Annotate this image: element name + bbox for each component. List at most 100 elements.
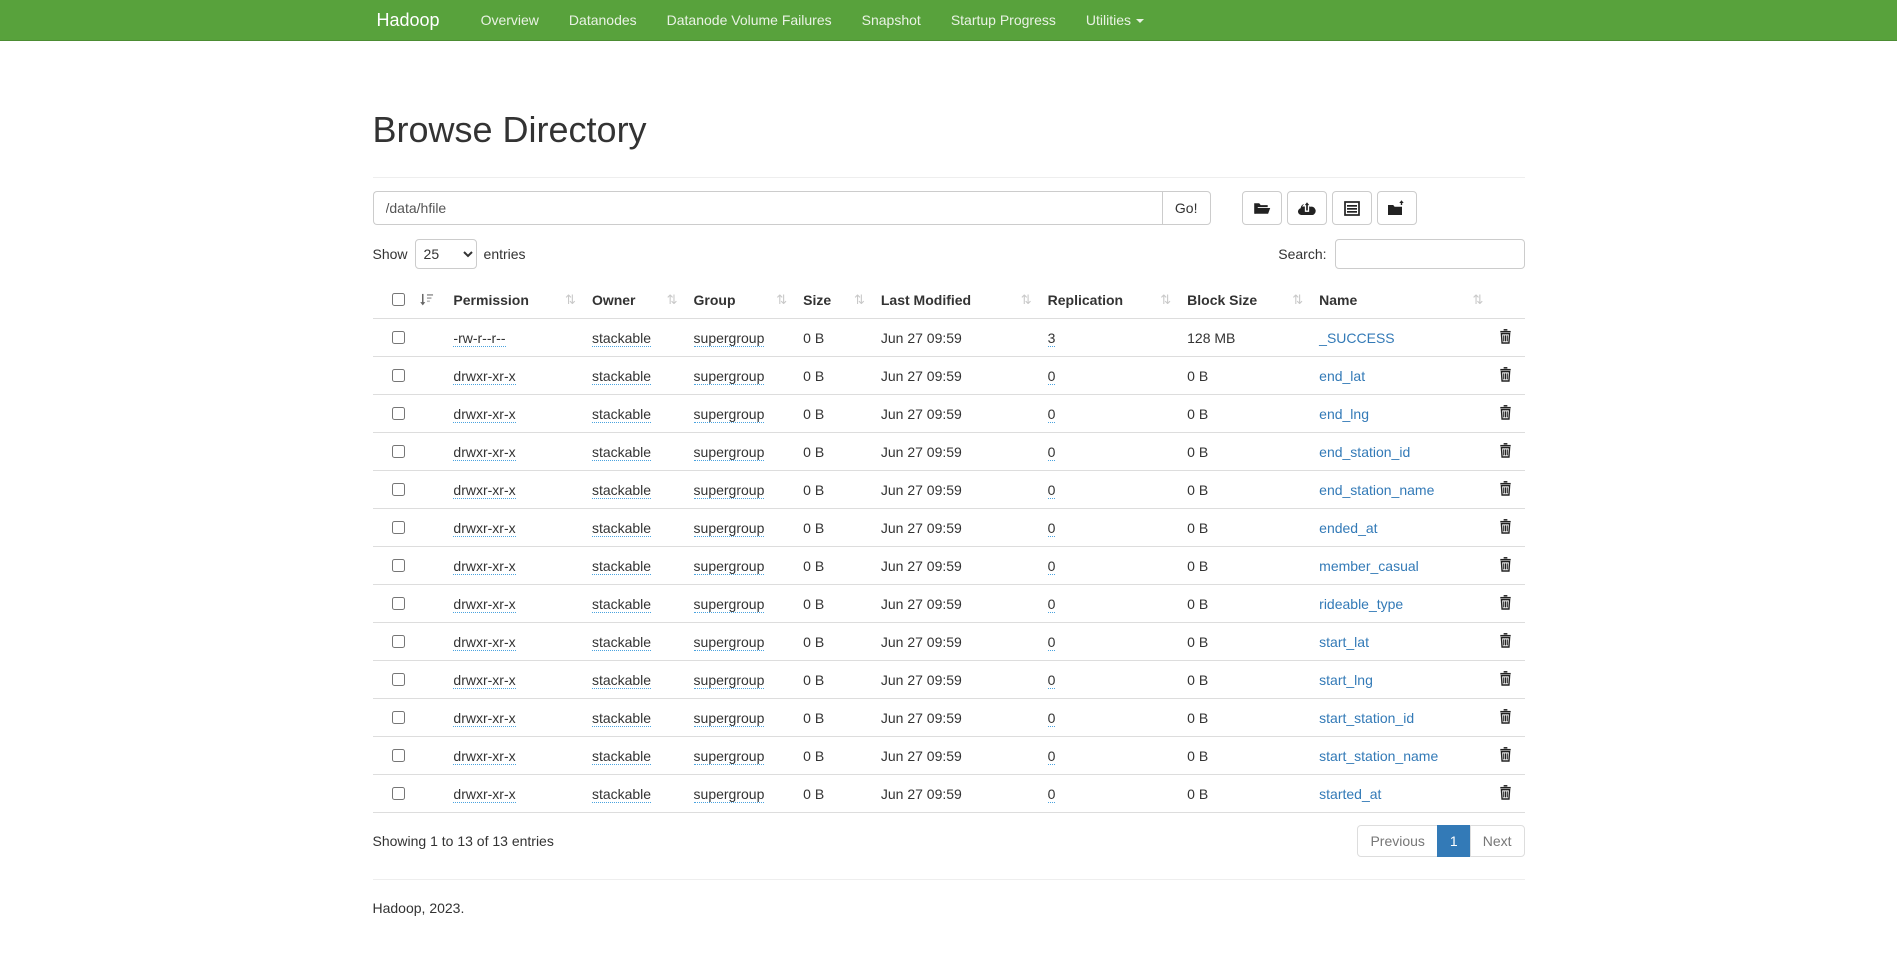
replication-value[interactable]: 0 [1048, 672, 1056, 689]
directory-path-input[interactable] [373, 191, 1162, 225]
previous-page-button[interactable]: Previous [1357, 825, 1437, 857]
delete-button[interactable] [1499, 481, 1512, 496]
go-button[interactable]: Go! [1162, 191, 1211, 225]
replication-value[interactable]: 0 [1048, 406, 1056, 423]
delete-button[interactable] [1499, 367, 1512, 382]
file-link[interactable]: ended_at [1319, 520, 1377, 536]
replication-value[interactable]: 0 [1048, 482, 1056, 499]
replication-value[interactable]: 0 [1048, 368, 1056, 385]
file-link[interactable]: start_lat [1319, 634, 1369, 650]
open-folder-button[interactable] [1242, 191, 1282, 225]
list-view-button[interactable] [1332, 191, 1372, 225]
row-checkbox[interactable] [392, 483, 405, 496]
group-value[interactable]: supergroup [694, 786, 765, 803]
owner-value[interactable]: stackable [592, 786, 651, 803]
replication-value[interactable]: 0 [1048, 520, 1056, 537]
owner-value[interactable]: stackable [592, 482, 651, 499]
row-checkbox[interactable] [392, 597, 405, 610]
group-value[interactable]: supergroup [694, 710, 765, 727]
row-checkbox[interactable] [392, 559, 405, 572]
column-header-block-size[interactable]: Block Size⇅ [1179, 281, 1311, 319]
nav-item-startup-progress[interactable]: Startup Progress [936, 0, 1071, 41]
group-value[interactable]: supergroup [694, 596, 765, 613]
replication-value[interactable]: 0 [1048, 748, 1056, 765]
permission-value[interactable]: drwxr-xr-x [453, 596, 515, 613]
delete-button[interactable] [1499, 443, 1512, 458]
permission-value[interactable]: drwxr-xr-x [453, 634, 515, 651]
permission-value[interactable]: drwxr-xr-x [453, 786, 515, 803]
file-link[interactable]: start_station_id [1319, 710, 1414, 726]
replication-value[interactable]: 0 [1048, 444, 1056, 461]
group-value[interactable]: supergroup [694, 748, 765, 765]
next-page-button[interactable]: Next [1470, 825, 1525, 857]
nav-item-overview[interactable]: Overview [466, 0, 554, 41]
owner-value[interactable]: stackable [592, 748, 651, 765]
delete-button[interactable] [1499, 405, 1512, 420]
owner-value[interactable]: stackable [592, 596, 651, 613]
brand-link[interactable]: Hadoop [373, 10, 444, 31]
owner-value[interactable]: stackable [592, 710, 651, 727]
permission-value[interactable]: drwxr-xr-x [453, 444, 515, 461]
delete-button[interactable] [1499, 671, 1512, 686]
permission-value[interactable]: drwxr-xr-x [453, 368, 515, 385]
file-link[interactable]: rideable_type [1319, 596, 1403, 612]
nav-item-datanodes[interactable]: Datanodes [554, 0, 652, 41]
file-link[interactable]: member_casual [1319, 558, 1419, 574]
permission-value[interactable]: drwxr-xr-x [453, 710, 515, 727]
row-checkbox[interactable] [392, 749, 405, 762]
delete-button[interactable] [1499, 519, 1512, 534]
column-header-owner[interactable]: Owner⇅ [584, 281, 686, 319]
delete-button[interactable] [1499, 633, 1512, 648]
nav-item-snapshot[interactable]: Snapshot [847, 0, 936, 41]
group-value[interactable]: supergroup [694, 634, 765, 651]
row-checkbox[interactable] [392, 369, 405, 382]
column-header-last-modified[interactable]: Last Modified⇅ [873, 281, 1040, 319]
group-value[interactable]: supergroup [694, 444, 765, 461]
row-checkbox[interactable] [392, 521, 405, 534]
owner-value[interactable]: stackable [592, 558, 651, 575]
delete-button[interactable] [1499, 329, 1512, 344]
file-link[interactable]: _SUCCESS [1319, 330, 1394, 346]
file-link[interactable]: start_station_name [1319, 748, 1438, 764]
owner-value[interactable]: stackable [592, 330, 651, 347]
upload-file-button[interactable] [1287, 191, 1327, 225]
group-value[interactable]: supergroup [694, 482, 765, 499]
table-search-input[interactable] [1335, 239, 1525, 269]
create-directory-button[interactable] [1377, 191, 1417, 225]
file-link[interactable]: end_station_name [1319, 482, 1434, 498]
permission-value[interactable]: drwxr-xr-x [453, 482, 515, 499]
delete-button[interactable] [1499, 785, 1512, 800]
permission-value[interactable]: -rw-r--r-- [453, 330, 505, 347]
row-checkbox[interactable] [392, 331, 405, 344]
permission-value[interactable]: drwxr-xr-x [453, 558, 515, 575]
file-link[interactable]: end_lat [1319, 368, 1365, 384]
owner-value[interactable]: stackable [592, 634, 651, 651]
owner-value[interactable]: stackable [592, 406, 651, 423]
file-link[interactable]: end_lng [1319, 406, 1369, 422]
group-value[interactable]: supergroup [694, 558, 765, 575]
replication-value[interactable]: 0 [1048, 596, 1056, 613]
file-link[interactable]: start_lng [1319, 672, 1373, 688]
column-header-group[interactable]: Group⇅ [686, 281, 796, 319]
row-checkbox[interactable] [392, 787, 405, 800]
permission-value[interactable]: drwxr-xr-x [453, 406, 515, 423]
group-value[interactable]: supergroup [694, 330, 765, 347]
column-header-size[interactable]: Size⇅ [795, 281, 873, 319]
delete-button[interactable] [1499, 747, 1512, 762]
replication-value[interactable]: 0 [1048, 786, 1056, 803]
column-header-permission[interactable]: Permission⇅ [445, 281, 584, 319]
group-value[interactable]: supergroup [694, 520, 765, 537]
delete-button[interactable] [1499, 709, 1512, 724]
file-link[interactable]: started_at [1319, 786, 1381, 802]
delete-button[interactable] [1499, 595, 1512, 610]
column-header-replication[interactable]: Replication⇅ [1040, 281, 1180, 319]
nav-item-datanode-volume-failures[interactable]: Datanode Volume Failures [652, 0, 847, 41]
replication-value[interactable]: 0 [1048, 634, 1056, 651]
replication-value[interactable]: 3 [1048, 330, 1056, 347]
page-1-button[interactable]: 1 [1437, 825, 1471, 857]
permission-value[interactable]: drwxr-xr-x [453, 672, 515, 689]
page-length-select[interactable]: 25 [415, 239, 477, 269]
permission-value[interactable]: drwxr-xr-x [453, 748, 515, 765]
row-checkbox[interactable] [392, 407, 405, 420]
replication-value[interactable]: 0 [1048, 710, 1056, 727]
